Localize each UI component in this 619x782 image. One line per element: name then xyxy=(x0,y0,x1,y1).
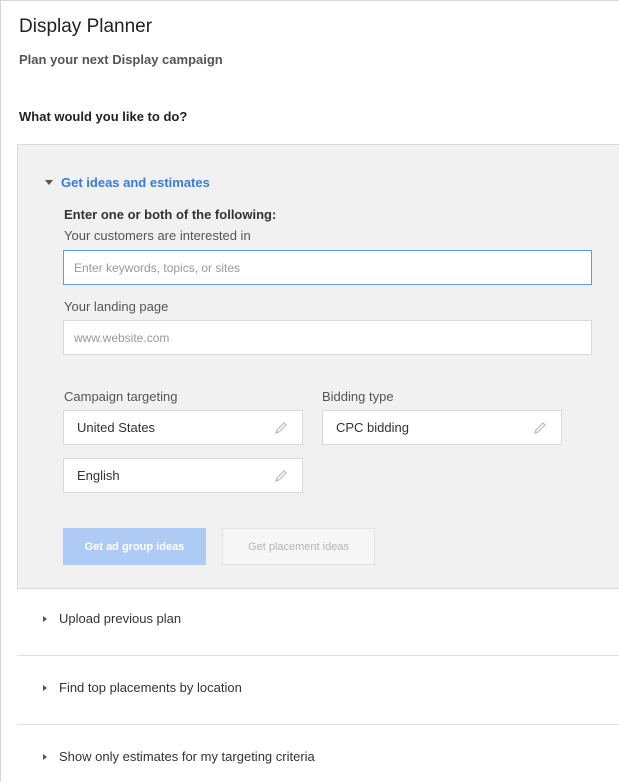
page-subtitle: Plan your next Display campaign xyxy=(19,52,223,67)
pencil-icon xyxy=(275,469,287,482)
interests-input[interactable] xyxy=(63,250,592,285)
divider xyxy=(17,655,619,656)
get-ad-group-ideas-button[interactable]: Get ad group ideas xyxy=(63,528,206,565)
landing-page-input[interactable] xyxy=(63,320,592,355)
caret-right-icon xyxy=(43,753,47,760)
get-ideas-toggle[interactable]: Get ideas and estimates xyxy=(45,175,210,190)
bidding-type-select[interactable]: CPC bidding xyxy=(322,410,562,445)
interests-label: Your customers are interested in xyxy=(64,228,251,243)
location-value: United States xyxy=(77,420,156,435)
location-targeting-select[interactable]: United States xyxy=(63,410,303,445)
landing-page-label: Your landing page xyxy=(64,299,169,314)
pencil-icon xyxy=(534,421,546,434)
bidding-type-label: Bidding type xyxy=(322,389,394,404)
find-top-placements-row[interactable]: Find top placements by location xyxy=(17,680,619,695)
option-label: Show only estimates for my targeting cri… xyxy=(59,749,315,764)
campaign-targeting-label: Campaign targeting xyxy=(64,389,178,404)
question-heading: What would you like to do? xyxy=(19,109,188,124)
page-title: Display Planner xyxy=(19,16,153,37)
caret-down-icon xyxy=(45,180,53,185)
get-ideas-heading: Get ideas and estimates xyxy=(61,175,210,190)
ideas-panel: Get ideas and estimates Enter one or bot… xyxy=(17,144,619,589)
divider xyxy=(17,724,619,725)
instruction-label: Enter one or both of the following: xyxy=(64,207,277,222)
option-label: Find top placements by location xyxy=(59,680,242,695)
language-value: English xyxy=(77,468,120,483)
upload-previous-plan-row[interactable]: Upload previous plan xyxy=(17,611,619,626)
pencil-icon xyxy=(275,421,287,434)
bidding-value: CPC bidding xyxy=(336,420,409,435)
language-targeting-select[interactable]: English xyxy=(63,458,303,493)
get-placement-ideas-button[interactable]: Get placement ideas xyxy=(222,528,375,565)
show-estimates-row[interactable]: Show only estimates for my targeting cri… xyxy=(17,749,619,764)
option-label: Upload previous plan xyxy=(59,611,182,626)
caret-right-icon xyxy=(43,684,47,691)
caret-right-icon xyxy=(43,615,47,622)
